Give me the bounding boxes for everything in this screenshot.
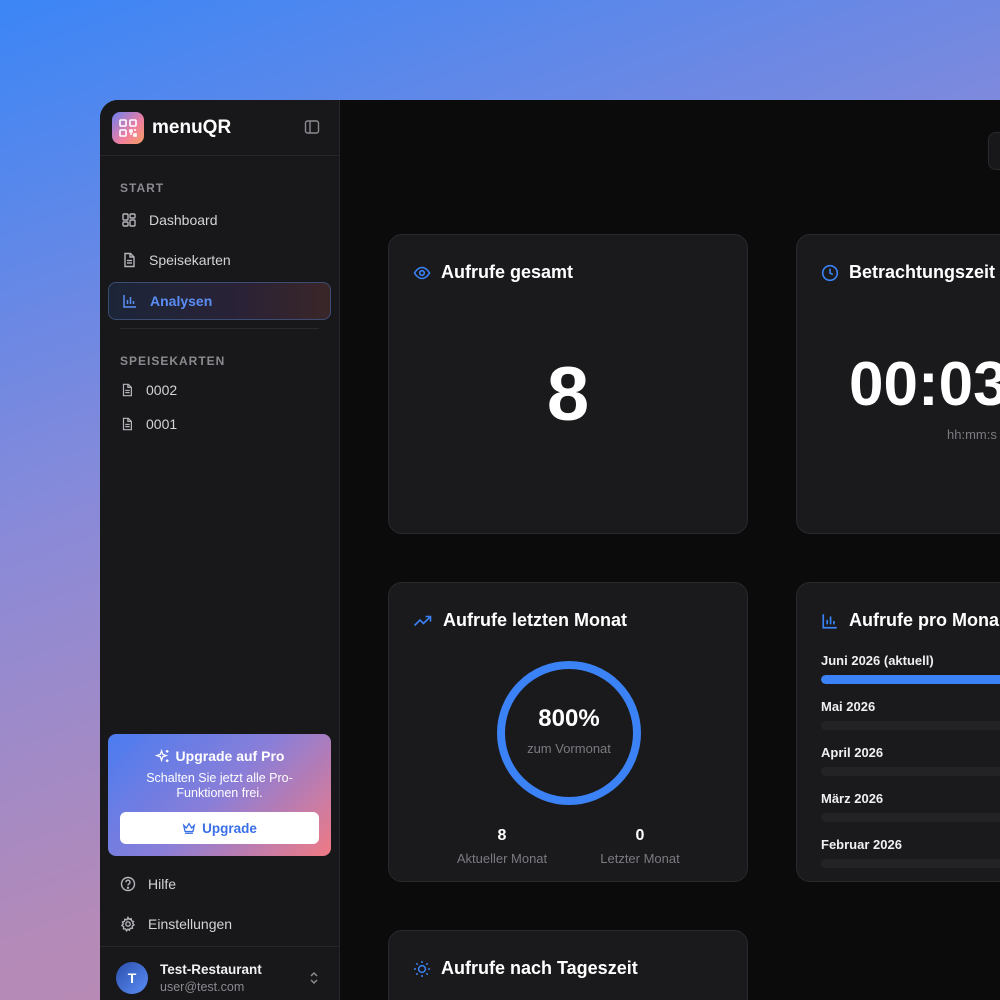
section-label-speisekarten: SPEISEKARTEN bbox=[120, 354, 226, 368]
stat-current-month: 8 Aktueller Monat bbox=[442, 827, 562, 866]
menu-label: 0002 bbox=[146, 382, 178, 398]
card-title: Aufrufe letzten Monat bbox=[413, 610, 627, 631]
qr-logo-icon bbox=[112, 112, 144, 144]
month-bar-track bbox=[821, 721, 1000, 730]
card-by-time-of-day: Aufrufe nach Tageszeit bbox=[388, 930, 748, 1000]
sidebar-item-label: Analysen bbox=[150, 293, 213, 309]
user-email: user@test.com bbox=[160, 980, 245, 994]
sidebar-item-label: Speisekarten bbox=[149, 252, 231, 268]
upgrade-button[interactable]: Upgrade bbox=[120, 812, 319, 844]
trending-up-icon bbox=[413, 615, 432, 626]
sun-icon bbox=[414, 960, 430, 977]
help-icon bbox=[120, 876, 136, 892]
card-last-month: Aufrufe letzten Monat 800% zum Vormonat … bbox=[388, 582, 748, 882]
bar-chart-icon bbox=[822, 613, 837, 629]
month-row: Mai 2026 bbox=[821, 699, 1000, 730]
top-action-button[interactable] bbox=[988, 132, 1000, 170]
eye-icon bbox=[413, 266, 431, 279]
percent-value: 800% bbox=[538, 705, 600, 732]
view-time-value: 00:03 bbox=[849, 350, 1000, 419]
percent-label: zum Vormonat bbox=[527, 741, 611, 756]
card-title: Aufrufe nach Tageszeit bbox=[413, 958, 638, 979]
view-time-unit: hh:mm:s bbox=[947, 427, 997, 442]
dashboard-icon bbox=[122, 213, 136, 227]
card-title: Betrachtungszeit bbox=[821, 262, 995, 283]
month-row: März 2026 bbox=[821, 791, 1000, 822]
month-label: Mai 2026 bbox=[821, 699, 876, 714]
month-label: April 2026 bbox=[821, 745, 884, 760]
total-views-value: 8 bbox=[546, 352, 590, 437]
stat-label: Aktueller Monat bbox=[456, 851, 548, 866]
sidebar-divider bbox=[100, 155, 340, 156]
stat-value: 8 bbox=[497, 827, 507, 844]
avatar: T bbox=[116, 962, 148, 994]
sidebar-divider bbox=[100, 946, 340, 947]
stat-label: Letzter Monat bbox=[600, 851, 680, 866]
sparkles-icon bbox=[154, 748, 169, 762]
gear-icon bbox=[120, 916, 136, 932]
sidebar: menuQR START Dashboard Speisekarten Anal… bbox=[100, 100, 340, 1000]
sidebar-menu-0002[interactable]: 0002 bbox=[120, 382, 177, 398]
user-menu[interactable]: T Test-Restaurant user@test.com bbox=[116, 962, 262, 994]
brand[interactable]: menuQR bbox=[112, 112, 231, 144]
stat-previous-month: 0 Letzter Monat bbox=[580, 827, 700, 866]
month-bar-track bbox=[821, 767, 1000, 776]
month-label: Juni 2026 (aktuell) bbox=[821, 653, 934, 668]
sidebar-item-label: Einstellungen bbox=[148, 916, 233, 932]
sidebar-toggle-icon[interactable] bbox=[304, 119, 322, 137]
sidebar-item-analysen[interactable]: Analysen bbox=[108, 282, 331, 320]
bar-chart-icon bbox=[123, 295, 136, 308]
sidebar-divider bbox=[120, 328, 319, 329]
card-view-time: Betrachtungszeit 00:03 hh:mm:s bbox=[796, 234, 1000, 534]
month-row: Juni 2026 (aktuell) bbox=[821, 653, 1000, 684]
percent-ring: 800% zum Vormonat bbox=[495, 659, 643, 807]
card-per-month: Aufrufe pro Mona Juni 2026 (aktuell) Mai… bbox=[796, 582, 1000, 882]
document-icon bbox=[122, 417, 132, 431]
upgrade-text: Schalten Sie jetzt alle Pro-Funktionen f… bbox=[146, 771, 293, 800]
month-row: April 2026 bbox=[821, 745, 1000, 776]
stat-value: 0 bbox=[635, 827, 645, 844]
app-window: menuQR START Dashboard Speisekarten Anal… bbox=[100, 100, 1000, 1000]
month-bar-track bbox=[821, 859, 1000, 868]
month-row: Februar 2026 bbox=[821, 837, 1000, 868]
app-name: menuQR bbox=[152, 117, 232, 138]
clock-icon bbox=[821, 264, 839, 281]
upgrade-card: Upgrade auf Pro Schalten Sie jetzt alle … bbox=[108, 734, 331, 856]
main-content: Aufrufe gesamt 8 Betrachtungszeit 00:03 … bbox=[340, 100, 1000, 1000]
sidebar-item-hilfe[interactable]: Hilfe bbox=[120, 876, 176, 892]
upgrade-title: Upgrade auf Pro bbox=[108, 748, 331, 764]
month-label: Februar 2026 bbox=[821, 837, 902, 852]
month-bar-track bbox=[821, 813, 1000, 822]
document-icon bbox=[122, 383, 132, 397]
sidebar-item-einstellungen[interactable]: Einstellungen bbox=[120, 916, 232, 932]
month-label: März 2026 bbox=[821, 791, 884, 806]
card-total-views: Aufrufe gesamt 8 bbox=[388, 234, 748, 534]
sidebar-item-label: Dashboard bbox=[149, 212, 218, 228]
card-title: Aufrufe pro Mona bbox=[821, 610, 999, 631]
document-icon bbox=[124, 252, 135, 268]
month-bar-track bbox=[821, 675, 1000, 684]
sidebar-item-speisekarten[interactable]: Speisekarten bbox=[108, 241, 331, 279]
section-label-start: START bbox=[120, 181, 165, 195]
sidebar-item-label: Hilfe bbox=[148, 876, 177, 892]
card-title: Aufrufe gesamt bbox=[413, 262, 573, 283]
user-name: Test-Restaurant bbox=[160, 962, 262, 977]
sidebar-menu-0001[interactable]: 0001 bbox=[120, 416, 177, 432]
chevron-up-down-icon[interactable] bbox=[308, 970, 320, 991]
crown-icon bbox=[182, 822, 196, 834]
menu-label: 0001 bbox=[146, 416, 178, 432]
sidebar-item-dashboard[interactable]: Dashboard bbox=[108, 201, 331, 239]
month-bar-fill bbox=[821, 675, 1000, 684]
